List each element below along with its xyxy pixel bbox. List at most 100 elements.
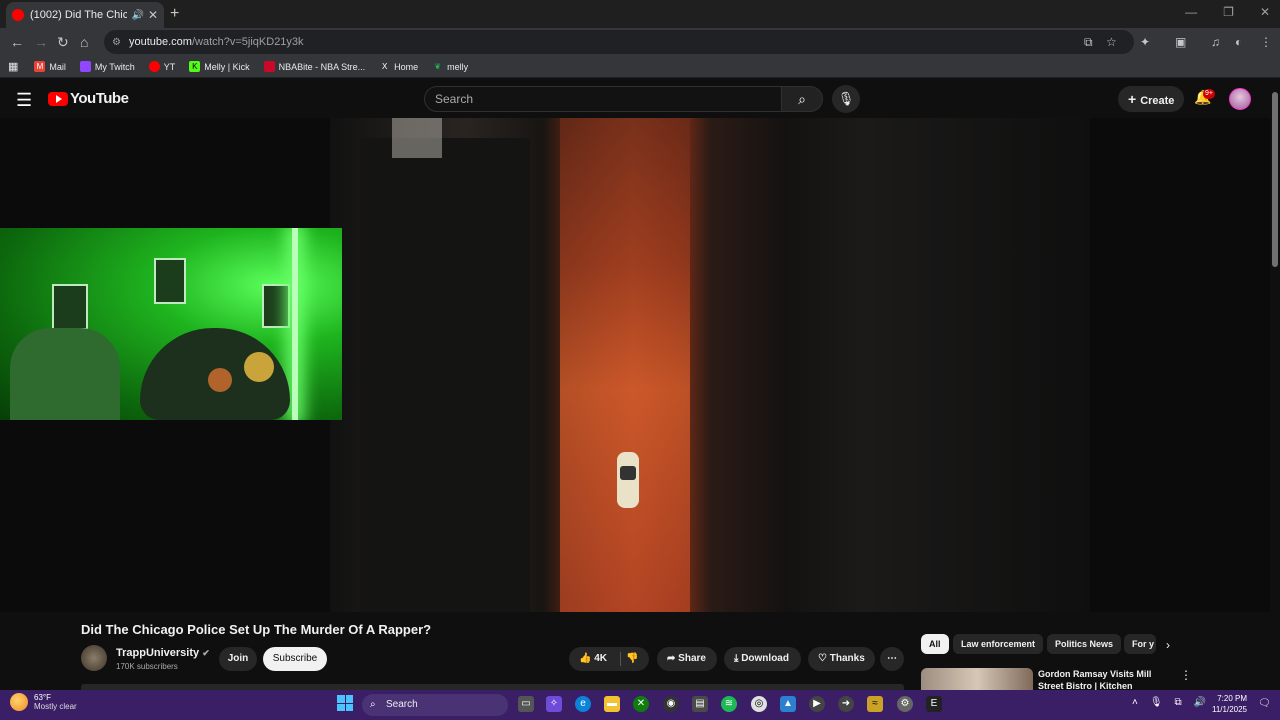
gaming-chair — [10, 328, 120, 420]
chevron-up-icon[interactable]: ˄ — [1132, 697, 1138, 708]
voice-search-button[interactable]: 🎙 — [832, 85, 860, 113]
video-car — [617, 452, 639, 508]
taskbar-clock[interactable]: 7:20 PM 11/1/2025 — [1212, 693, 1247, 715]
windows-start-icon[interactable] — [337, 695, 353, 711]
epic-games-icon[interactable]: E — [926, 696, 942, 712]
task-view-icon[interactable]: ▭ — [518, 696, 534, 712]
create-button[interactable]: + Create — [1118, 86, 1185, 112]
share-button[interactable]: ➦ Share — [657, 647, 717, 671]
video-wall-light — [392, 118, 442, 158]
video-title: Did The Chicago Police Set Up The Murder… — [81, 622, 432, 637]
channel-avatar[interactable] — [81, 645, 107, 671]
webcam-overlay — [0, 228, 342, 420]
taskbar-search[interactable]: ⌕ Search — [362, 694, 508, 716]
notification-badge: 9+ — [1203, 89, 1215, 99]
restore-icon[interactable]: ❐ — [1223, 5, 1234, 19]
install-app-icon[interactable]: ⧉ — [1084, 35, 1093, 50]
volume-icon[interactable]: 🔊 — [1194, 697, 1206, 708]
media-control-icon[interactable]: ♫ — [1211, 35, 1220, 49]
photos-icon[interactable]: ▲ — [780, 696, 796, 712]
windows-taskbar: 63°F Mostly clear ⌕ Search ▭ ✧ e ▬ ✕ ◉ ▤… — [0, 690, 1280, 720]
store-icon[interactable]: ▤ — [692, 696, 708, 712]
xbox-icon[interactable]: ✕ — [633, 696, 649, 712]
bookmark-my-twitch[interactable]: My Twitch — [79, 61, 135, 72]
apps-grid-icon[interactable]: ▦ — [8, 60, 18, 73]
extensions-icon[interactable]: ✦ — [1140, 35, 1150, 49]
media-player-icon[interactable]: ▶ — [809, 696, 825, 712]
bookmarks-bar: ▦ M Mail My Twitch YT K Melly | Kick NBABi… — [0, 56, 1280, 78]
finance-app-icon[interactable]: ≈ — [867, 696, 883, 712]
profile-icon[interactable]: ◐ — [1235, 35, 1242, 49]
settings-gear-icon[interactable]: ⚙ — [897, 696, 913, 712]
spotify-icon[interactable]: ≋ — [721, 696, 737, 712]
browser-tab-strip: (1002) Did The Chicago Poli 🔊 ✕ + — ❐ ✕ — [0, 0, 1280, 28]
chip-politics-news[interactable]: Politics News — [1047, 634, 1122, 654]
search-icon: ⌕ — [798, 91, 806, 107]
new-tab-button[interactable]: + — [170, 5, 179, 23]
kick-icon: K — [189, 61, 201, 72]
divider — [620, 652, 621, 666]
bookmark-yt[interactable]: YT — [148, 61, 175, 72]
menu-kebab-icon[interactable]: ⋮ — [1260, 35, 1272, 49]
weather-widget[interactable]: 63°F Mostly clear — [10, 693, 77, 711]
clock-time: 7:20 PM — [1217, 694, 1247, 703]
bookmark-home[interactable]: X Home — [379, 61, 418, 72]
wall-poster — [262, 284, 290, 328]
reload-icon[interactable]: ↻ — [57, 34, 69, 51]
like-button[interactable]: 👍 4K — [579, 653, 607, 664]
network-icon[interactable]: ⧉ — [1175, 697, 1182, 708]
speaker-icon[interactable]: 🔊 — [131, 10, 143, 21]
hamburger-menu-icon[interactable]: ☰ — [16, 90, 32, 111]
thanks-button[interactable]: ♡ Thanks — [808, 647, 875, 671]
back-arrow-icon[interactable]: ← — [10, 34, 24, 50]
video-building-shadow — [360, 138, 530, 612]
home-icon[interactable]: ⌂ — [80, 34, 88, 50]
chip-all[interactable]: All — [921, 634, 949, 654]
chevron-right-icon[interactable]: › — [1166, 638, 1170, 652]
file-explorer-icon[interactable]: ▬ — [604, 696, 620, 712]
more-actions-icon[interactable]: ⋯ — [880, 647, 904, 671]
plus-icon: + — [1128, 91, 1137, 107]
steam-icon[interactable]: ◉ — [663, 696, 679, 712]
bookmark-star-icon[interactable]: ☆ — [1106, 35, 1117, 49]
recommendation-title[interactable]: Gordon Ramsay Visits Mill Street Bistro … — [1038, 668, 1168, 690]
youtube-logo[interactable]: YouTube — [48, 90, 129, 107]
edge-icon[interactable]: e — [575, 696, 591, 712]
x-icon: X — [381, 62, 388, 71]
chrome-icon[interactable]: ◎ — [751, 696, 767, 712]
bookmark-mail[interactable]: M Mail — [34, 61, 66, 72]
search-input[interactable]: Search — [424, 86, 782, 112]
recommendation-thumbnail[interactable] — [921, 668, 1033, 690]
more-options-icon[interactable]: ⋮ — [1180, 668, 1192, 682]
arrow-app-icon[interactable]: ➜ — [838, 696, 854, 712]
search-button[interactable]: ⌕ — [781, 86, 823, 112]
thumbs-down-icon: 👎 — [626, 653, 639, 664]
dislike-button[interactable]: 👎 — [626, 647, 638, 671]
microphone-icon: 🎙 — [837, 91, 855, 106]
channel-name[interactable]: TrappUniversity ✔ — [116, 647, 210, 659]
download-icon: ⤓ — [734, 653, 739, 664]
browser-tab-youtube[interactable]: (1002) Did The Chicago Poli 🔊 ✕ — [6, 2, 164, 28]
download-button[interactable]: ⤓ Download — [724, 647, 801, 671]
subscribe-button[interactable]: Subscribe — [263, 647, 327, 671]
chip-law-enforcement[interactable]: Law enforcement — [953, 634, 1044, 654]
minimize-icon[interactable]: — — [1185, 5, 1197, 19]
page-scrollbar[interactable] — [1270, 80, 1280, 690]
subscriber-count: 170K subscribers — [116, 662, 178, 671]
scrollbar-thumb[interactable] — [1272, 92, 1278, 267]
microphone-icon[interactable]: 🎙 — [1150, 697, 1163, 708]
site-info-icon[interactable]: ⚙ — [112, 37, 121, 48]
copilot-icon[interactable]: ✧ — [546, 696, 562, 712]
bookmark-melly-kick[interactable]: K Melly | Kick — [189, 61, 250, 72]
notification-center-icon[interactable]: 🗨 — [1258, 698, 1271, 709]
chip-for-you[interactable]: For y — [1124, 634, 1156, 654]
side-panel-icon[interactable]: ▣ — [1175, 35, 1186, 49]
bookmark-melly[interactable]: ❦ melly — [432, 61, 468, 72]
forward-arrow-icon[interactable]: → — [34, 34, 48, 50]
bookmark-nbabite[interactable]: NBABite - NBA Stre... — [263, 61, 365, 72]
close-window-icon[interactable]: ✕ — [1260, 5, 1270, 19]
address-bar[interactable]: ⚙ youtube.com/watch?v=5jiqKD21y3k — [104, 30, 1134, 54]
join-button[interactable]: Join — [219, 647, 257, 671]
close-tab-icon[interactable]: ✕ — [148, 8, 158, 22]
account-avatar[interactable] — [1229, 88, 1251, 110]
